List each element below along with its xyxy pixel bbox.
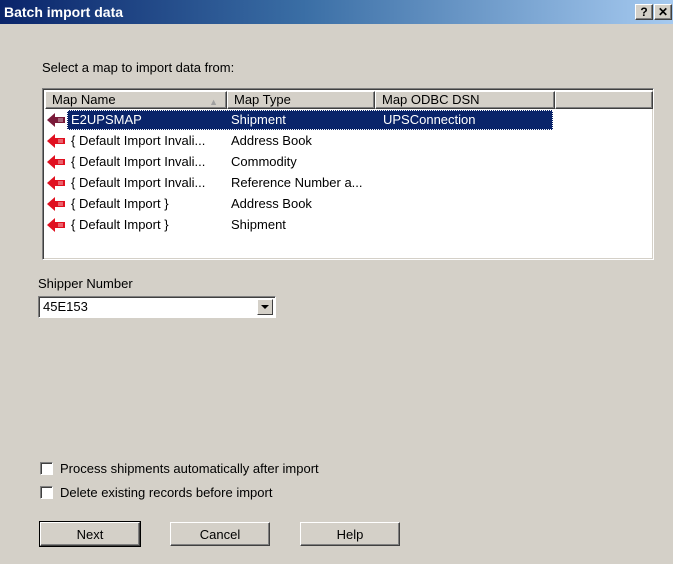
map-name-cell: { Default Import Invali... [71,175,206,190]
dropdown-button[interactable] [257,299,273,315]
map-type-cell: Address Book [231,196,312,211]
shipper-number-select[interactable]: 45E153 [38,296,276,318]
map-name-cell: { Default Import } [71,196,169,211]
help-button[interactable]: Help [300,522,400,546]
cancel-button[interactable]: Cancel [170,522,270,546]
batch-import-dialog: Batch import data ? ✕ Select a map to im… [0,0,673,564]
map-list-row[interactable]: { Default Import Invali... Reference Numb… [45,173,555,193]
chevron-down-icon [261,305,269,309]
help-title-button[interactable]: ? [635,4,653,20]
map-name-cell: E2UPSMAP [71,112,142,127]
sort-ascending-icon: ▲ [209,97,218,107]
delete-existing-label: Delete existing records before import [60,485,273,500]
column-label: Map Name [52,92,116,107]
window-title: Batch import data [4,4,124,20]
map-type-cell: Shipment [231,217,286,232]
map-name-cell: { Default Import } [71,217,169,232]
next-button[interactable]: Next [39,521,141,547]
map-name-cell: { Default Import Invali... [71,154,206,169]
map-icon [47,176,65,190]
map-icon [47,197,65,211]
map-list-row[interactable]: { Default Import } Address Book [45,194,555,214]
delete-existing-checkbox[interactable] [40,486,53,499]
map-type-cell: Shipment [231,112,286,127]
shipper-number-value: 45E153 [43,299,88,314]
process-auto-label: Process shipments automatically after im… [60,461,319,476]
column-label: Map ODBC DSN [382,92,480,107]
column-label: Map Type [234,92,291,107]
shipper-number-label: Shipper Number [38,276,133,291]
map-type-cell: Address Book [231,133,312,148]
title-bar[interactable]: Batch import data ? ✕ [0,0,673,24]
column-header-map-type[interactable]: Map Type [227,91,375,109]
map-icon [47,218,65,232]
map-prompt-label: Select a map to import data from: [42,60,235,75]
close-button[interactable]: ✕ [654,4,672,20]
map-list-row[interactable]: { Default Import Invali... Address Book [45,131,555,151]
map-icon [47,113,65,127]
map-dsn-cell: UPSConnection [383,112,476,127]
column-header-map-odbc-dsn[interactable]: Map ODBC DSN [375,91,555,109]
map-list-row[interactable]: E2UPSMAP Shipment UPSConnection [45,110,555,130]
map-list[interactable]: Map Name ▲ Map Type Map ODBC DSN E2UPSMA… [42,88,654,260]
map-icon [47,155,65,169]
column-header-empty [555,91,653,109]
map-name-cell: { Default Import Invali... [71,133,206,148]
map-list-row[interactable]: { Default Import } Shipment [45,215,555,235]
column-header-map-name[interactable]: Map Name ▲ [45,91,227,109]
process-auto-checkbox[interactable] [40,462,53,475]
map-type-cell: Commodity [231,154,297,169]
map-list-header: Map Name ▲ Map Type Map ODBC DSN [45,91,653,109]
map-list-row[interactable]: { Default Import Invali... Commodity [45,152,555,172]
map-icon [47,134,65,148]
map-type-cell: Reference Number a... [231,175,363,190]
